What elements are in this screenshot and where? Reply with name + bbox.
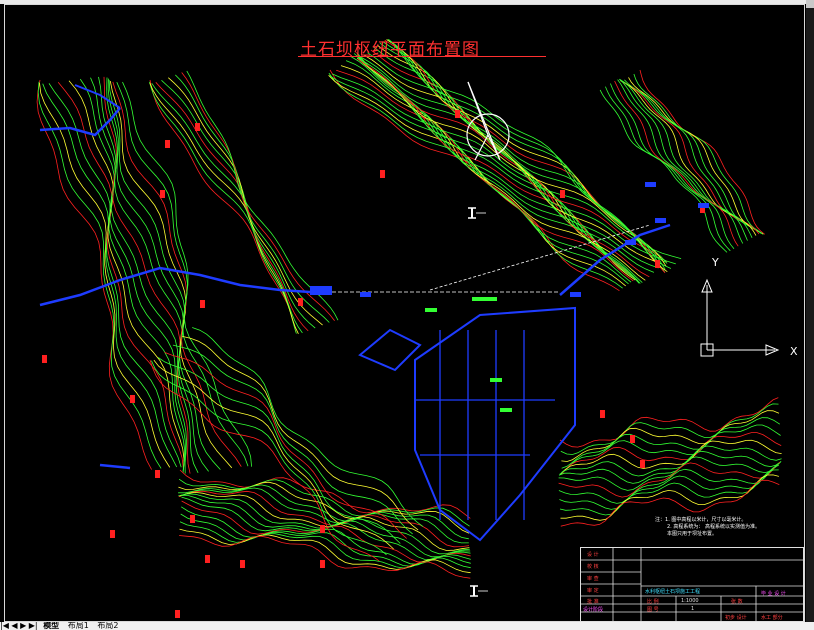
tb-design-label: 初步 设计 — [725, 615, 747, 621]
notes-prefix: 注： — [655, 517, 666, 523]
layout-tab-bar: |◀ ◀ ▶ ▶| 模型 布局1 布局2 — [0, 622, 814, 630]
tb-label-authorize: 批 准 — [587, 599, 599, 605]
title-block: 设 计 校 核 审 查 审 定 批 准 设计阶段 水利枢纽土石坝施工工程 毕 业… — [580, 547, 805, 623]
tab-layout1[interactable]: 布局1 — [65, 622, 92, 630]
tb-label-check: 校 核 — [587, 564, 599, 570]
tb-scale-label: 比 例 — [647, 599, 659, 605]
tab-model[interactable]: 模型 — [40, 622, 62, 630]
note-line-1: 1. 图中高程以米计，尺寸以毫米计。 — [665, 517, 747, 523]
tab-nav-arrows-icon[interactable]: |◀ ◀ ▶ ▶| — [0, 622, 38, 630]
drawing-notes: 注：1. 图中高程以米计，尺寸以毫米计。 2. 高程系统为： 高程系统以实测值为… — [655, 517, 760, 538]
tb-role-label: 水工 部分 — [761, 615, 783, 621]
note-line-2: 2. 高程系统为： 高程系统以实测值为准。 — [667, 524, 760, 530]
tb-label-design: 设 计 — [587, 552, 599, 558]
tb-stamp: 毕 业 设 计 — [761, 591, 786, 597]
tb-count-label: 张 数 — [731, 599, 743, 605]
tb-label-stage: 设计阶段 — [583, 607, 604, 613]
tb-project-name: 水利枢纽土石坝施工工程 — [645, 589, 701, 595]
tb-ratio-label: 图 号 — [647, 607, 659, 613]
tb-count-value: 1 — [691, 606, 695, 612]
tab-layout2[interactable]: 布局2 — [94, 622, 121, 630]
title-underline — [298, 56, 546, 57]
tb-label-review: 审 查 — [587, 576, 599, 582]
note-line-3: 本图只用于坝址布置。 — [667, 531, 718, 537]
tb-scale-value: 1:1000 — [681, 598, 699, 604]
tb-label-approve: 审 定 — [587, 588, 599, 594]
